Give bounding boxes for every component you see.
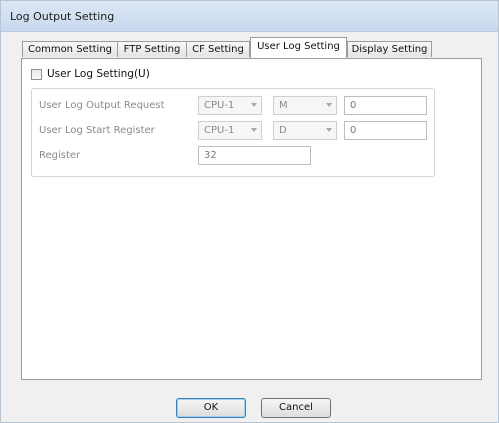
tab-cf-setting[interactable]: CF Setting bbox=[186, 41, 250, 57]
register-label: Register bbox=[39, 150, 81, 161]
output-request-cpu-select[interactable]: CPU-1 bbox=[198, 96, 262, 115]
ok-button[interactable]: OK bbox=[176, 398, 246, 418]
chevron-down-icon bbox=[251, 103, 257, 107]
output-request-address-input[interactable]: 0 bbox=[344, 96, 427, 115]
user-log-setting-checkbox[interactable] bbox=[31, 69, 42, 80]
title-bar[interactable]: Log Output Setting bbox=[1, 1, 498, 32]
chevron-down-icon bbox=[251, 128, 257, 132]
tab-display-setting[interactable]: Display Setting bbox=[347, 41, 432, 57]
user-log-settings-group: User Log Output Request CPU-1 M 0 User L… bbox=[31, 88, 435, 177]
tab-user-log-setting[interactable]: User Log Setting bbox=[250, 37, 347, 58]
tab-ftp-setting[interactable]: FTP Setting bbox=[117, 41, 187, 57]
start-register-address-input[interactable]: 0 bbox=[344, 121, 427, 140]
dialog-title: Log Output Setting bbox=[10, 10, 115, 23]
tab-common-setting[interactable]: Common Setting bbox=[22, 41, 118, 57]
chevron-down-icon bbox=[326, 103, 332, 107]
start-register-cpu-select[interactable]: CPU-1 bbox=[198, 121, 262, 140]
register-count-input[interactable]: 32 bbox=[198, 146, 311, 165]
output-request-device-select[interactable]: M bbox=[273, 96, 337, 115]
log-output-setting-dialog: Log Output Setting Common Setting FTP Se… bbox=[0, 0, 499, 423]
output-request-label: User Log Output Request bbox=[39, 100, 165, 111]
chevron-down-icon bbox=[326, 128, 332, 132]
cancel-button[interactable]: Cancel bbox=[261, 398, 331, 418]
user-log-setting-label: User Log Setting(U) bbox=[47, 68, 150, 80]
tab-panel: User Log Setting(U) User Log Output Requ… bbox=[21, 58, 482, 380]
start-register-device-select[interactable]: D bbox=[273, 121, 337, 140]
start-register-label: User Log Start Register bbox=[39, 125, 155, 136]
